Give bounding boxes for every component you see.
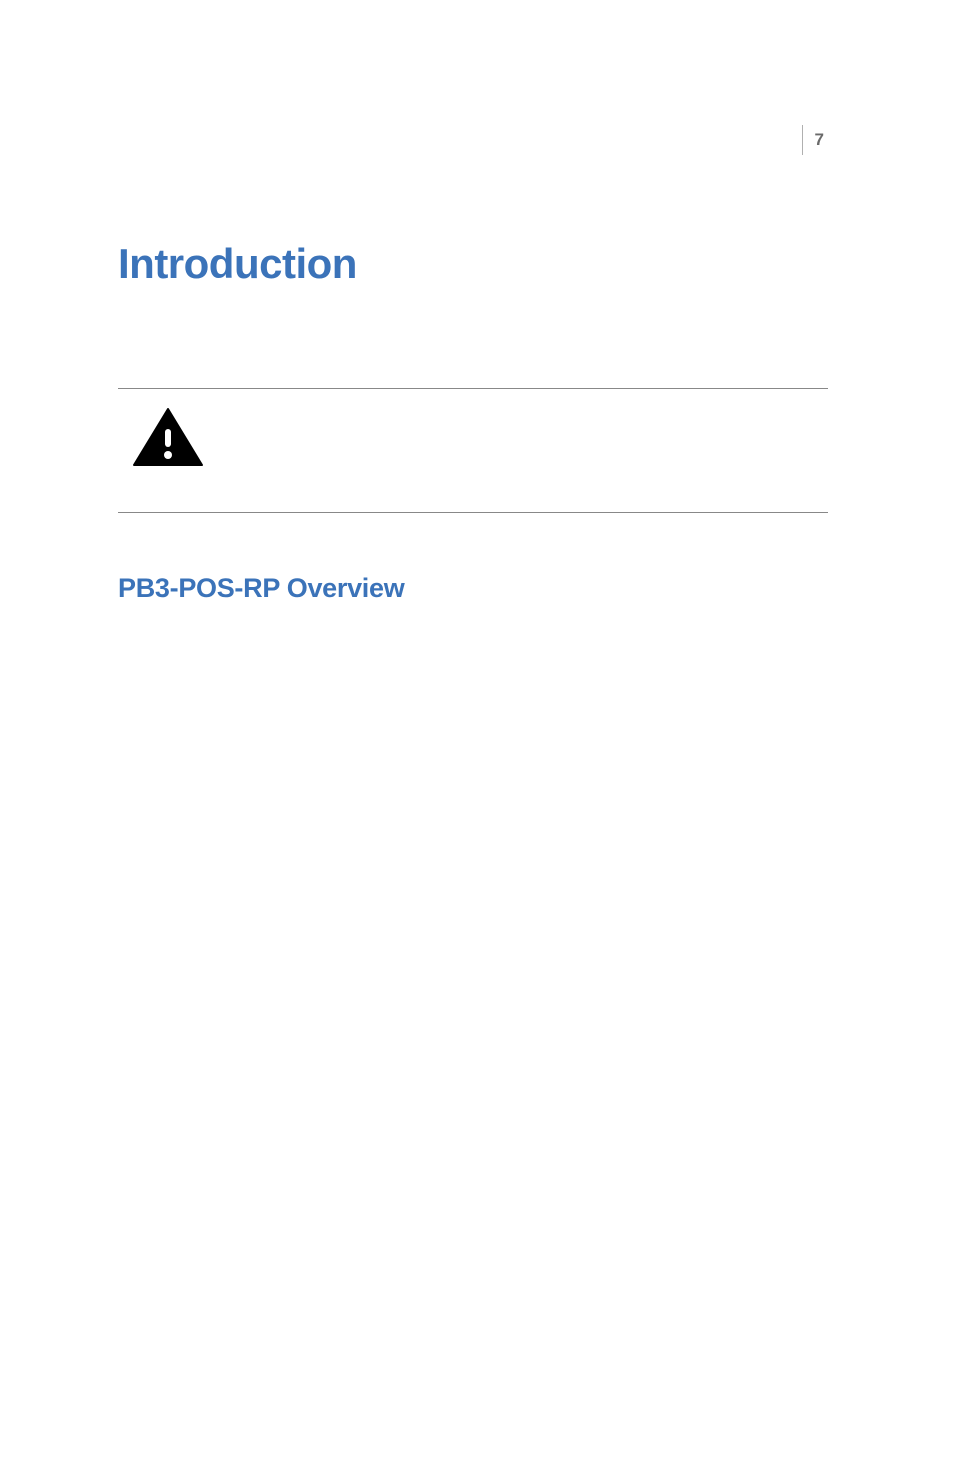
page-number-divider bbox=[802, 125, 803, 155]
sub-heading: PB3-POS-RP Overview bbox=[118, 573, 828, 604]
page-number-container: 7 bbox=[802, 125, 824, 155]
main-heading: Introduction bbox=[118, 240, 828, 288]
content-area: Introduction PB3-POS-RP Overview bbox=[118, 240, 828, 604]
page-number: 7 bbox=[815, 130, 824, 150]
warning-icon bbox=[132, 407, 204, 469]
warning-box bbox=[118, 388, 828, 513]
